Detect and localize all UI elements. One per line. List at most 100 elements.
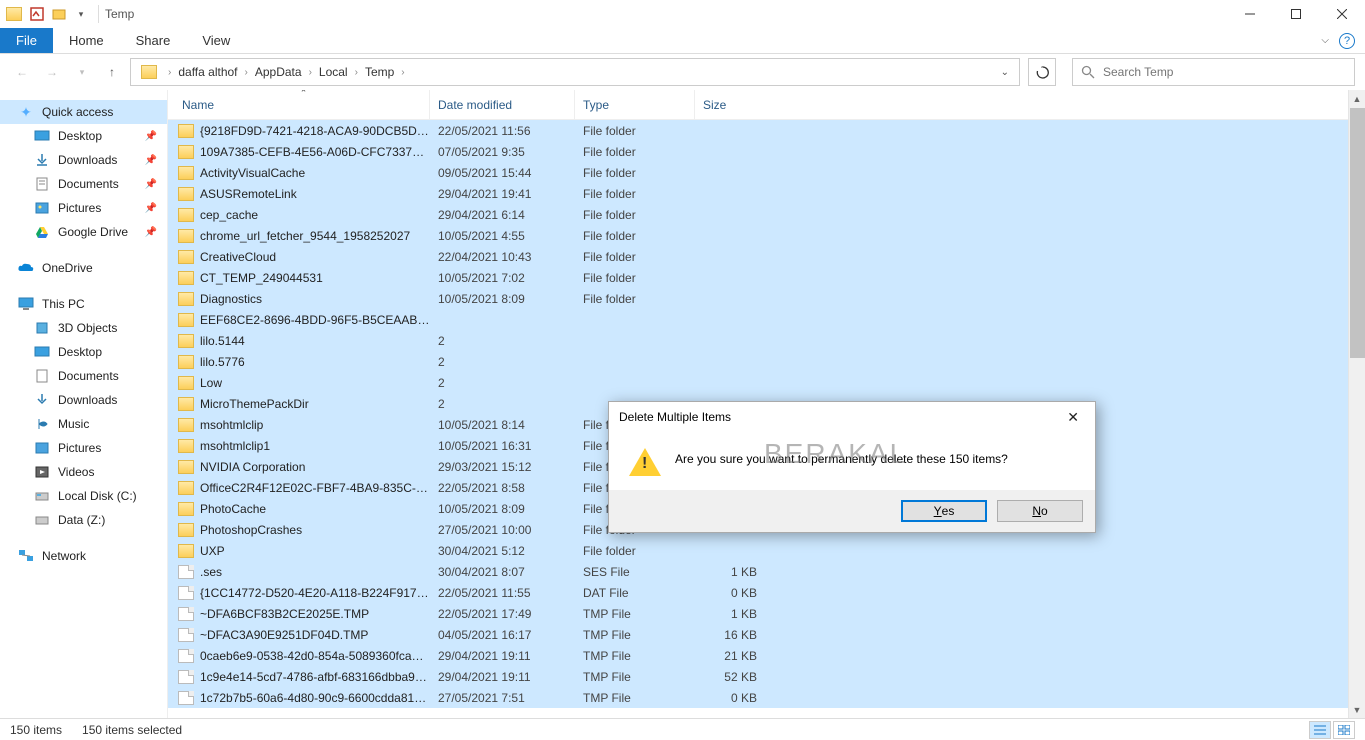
tab-file[interactable]: File xyxy=(0,28,53,53)
file-row[interactable]: Low2 xyxy=(168,372,1365,393)
chevron-right-icon[interactable]: › xyxy=(396,67,409,78)
forward-button[interactable]: → xyxy=(40,60,64,84)
column-headers: ⌃ Name Date modified Type Size xyxy=(168,90,1365,120)
scroll-down-icon[interactable]: ▼ xyxy=(1349,701,1365,718)
chevron-right-icon[interactable]: › xyxy=(163,67,176,78)
search-box[interactable] xyxy=(1072,58,1355,86)
sidebar-this-pc[interactable]: This PC xyxy=(0,292,167,316)
back-button[interactable]: ← xyxy=(10,60,34,84)
file-type: TMP File xyxy=(575,607,695,621)
sidebar-network[interactable]: Network xyxy=(0,544,167,568)
file-row[interactable]: ASUSRemoteLink29/04/2021 19:41File folde… xyxy=(168,183,1365,204)
file-name: msohtmlclip1 xyxy=(200,439,270,453)
column-name[interactable]: ⌃ Name xyxy=(178,90,430,119)
file-row[interactable]: chrome_url_fetcher_9544_195825202710/05/… xyxy=(168,225,1365,246)
breadcrumb-segment[interactable]: daffa althof xyxy=(176,65,239,79)
refresh-button[interactable] xyxy=(1028,58,1056,86)
file-row[interactable]: ActivityVisualCache09/05/2021 15:44File … xyxy=(168,162,1365,183)
ribbon-expand-icon[interactable]: ⌵ xyxy=(1321,35,1329,46)
qat-dropdown-icon[interactable]: ▾ xyxy=(72,5,90,23)
up-button[interactable]: ↑ xyxy=(100,60,124,84)
folder-icon xyxy=(178,418,194,432)
breadcrumb-segment[interactable]: Temp xyxy=(363,65,396,79)
recent-dropdown[interactable]: ▾ xyxy=(70,60,94,84)
sidebar-quick-access[interactable]: ✦ Quick access xyxy=(0,100,167,124)
scrollbar-thumb[interactable] xyxy=(1350,108,1365,358)
drive-icon xyxy=(34,464,50,480)
sidebar-item[interactable]: Google Drive📌 xyxy=(0,220,167,244)
address-bar[interactable]: › daffa althof › AppData › Local › Temp … xyxy=(130,58,1020,86)
sidebar-item[interactable]: Desktop📌 xyxy=(0,124,167,148)
help-icon[interactable]: ? xyxy=(1339,33,1355,49)
sidebar-item[interactable]: Data (Z:) xyxy=(0,508,167,532)
sidebar-item[interactable]: Videos xyxy=(0,460,167,484)
file-row[interactable]: CT_TEMP_24904453110/05/2021 7:02File fol… xyxy=(168,267,1365,288)
file-row[interactable]: 1c72b7b5-60a6-4d80-90c9-6600cdda81e1...2… xyxy=(168,687,1365,708)
sidebar-item[interactable]: Documents xyxy=(0,364,167,388)
file-row[interactable]: 109A7385-CEFB-4E56-A06D-CFC7337A0C...07/… xyxy=(168,141,1365,162)
large-icons-view-icon[interactable] xyxy=(1333,721,1355,739)
address-dropdown-icon[interactable]: ⌄ xyxy=(995,67,1015,78)
column-size[interactable]: Size xyxy=(695,90,765,119)
qat-properties-icon[interactable] xyxy=(28,5,46,23)
no-button[interactable]: No xyxy=(997,500,1083,522)
file-type: File folder xyxy=(575,124,695,138)
sidebar-item[interactable]: 3D Objects xyxy=(0,316,167,340)
search-input[interactable] xyxy=(1103,65,1346,79)
file-row[interactable]: Diagnostics10/05/2021 8:09File folder xyxy=(168,288,1365,309)
file-name: 1c72b7b5-60a6-4d80-90c9-6600cdda81e1... xyxy=(200,691,430,705)
sidebar-onedrive[interactable]: OneDrive xyxy=(0,256,167,280)
close-button[interactable] xyxy=(1319,0,1365,28)
file-row[interactable]: ~DFA6BCF83B2CE2025E.TMP22/05/2021 17:49T… xyxy=(168,603,1365,624)
file-row[interactable]: {9218FD9D-7421-4218-ACA9-90DCB5D70...22/… xyxy=(168,120,1365,141)
tab-view[interactable]: View xyxy=(186,28,246,53)
sidebar-item[interactable]: Music xyxy=(0,412,167,436)
sidebar-item[interactable]: Local Disk (C:) xyxy=(0,484,167,508)
sidebar-item[interactable]: Pictures📌 xyxy=(0,196,167,220)
sidebar-item[interactable]: Desktop xyxy=(0,340,167,364)
minimize-button[interactable] xyxy=(1227,0,1273,28)
file-row[interactable]: ~DFAC3A90E9251DF04D.TMP04/05/2021 16:17T… xyxy=(168,624,1365,645)
file-row[interactable]: cep_cache29/04/2021 6:14File folder xyxy=(168,204,1365,225)
qat-newfolder-icon[interactable] xyxy=(50,5,68,23)
file-row[interactable]: .ses30/04/2021 8:07SES File1 KB xyxy=(168,561,1365,582)
sidebar-item[interactable]: Downloads xyxy=(0,388,167,412)
search-icon xyxy=(1081,65,1095,79)
file-row[interactable]: lilo.51442 xyxy=(168,330,1365,351)
file-date: 22/05/2021 11:56 xyxy=(430,124,575,138)
chevron-right-icon[interactable]: › xyxy=(304,67,317,78)
file-row[interactable]: lilo.57762 xyxy=(168,351,1365,372)
sidebar-item[interactable]: Downloads📌 xyxy=(0,148,167,172)
dialog-titlebar[interactable]: Delete Multiple Items ✕ xyxy=(609,402,1095,432)
chevron-right-icon[interactable]: › xyxy=(350,67,363,78)
scroll-up-icon[interactable]: ▲ xyxy=(1349,90,1365,107)
file-row[interactable]: {1CC14772-D520-4E20-A118-B224F917FD...22… xyxy=(168,582,1365,603)
folder-icon xyxy=(178,208,194,222)
tab-share[interactable]: Share xyxy=(120,28,187,53)
sidebar-item[interactable]: Pictures xyxy=(0,436,167,460)
tab-home[interactable]: Home xyxy=(53,28,120,53)
column-type[interactable]: Type xyxy=(575,90,695,119)
yes-button[interactable]: Yes xyxy=(901,500,987,522)
file-date: 22/05/2021 11:55 xyxy=(430,586,575,600)
drive-icon xyxy=(34,320,50,336)
file-row[interactable]: 0caeb6e9-0538-42d0-854a-5089360fca40....… xyxy=(168,645,1365,666)
ribbon-tabs: File Home Share View ⌵ ? xyxy=(0,28,1365,54)
file-row[interactable]: 1c9e4e14-5cd7-4786-afbf-683166dbba9c....… xyxy=(168,666,1365,687)
breadcrumb-segment[interactable]: Local xyxy=(317,65,350,79)
chevron-right-icon[interactable]: › xyxy=(240,67,253,78)
vertical-scrollbar[interactable]: ▲ ▼ xyxy=(1348,90,1365,718)
file-size: 52 KB xyxy=(695,670,765,684)
file-row[interactable]: CreativeCloud22/04/2021 10:43File folder xyxy=(168,246,1365,267)
file-date: 29/04/2021 19:11 xyxy=(430,670,575,684)
breadcrumb-segment[interactable]: AppData xyxy=(253,65,304,79)
file-row[interactable]: EEF68CE2-8696-4BDD-96F5-B5CEAAB928... xyxy=(168,309,1365,330)
column-date[interactable]: Date modified xyxy=(430,90,575,119)
dialog-close-button[interactable]: ✕ xyxy=(1061,409,1085,426)
file-name: 0caeb6e9-0538-42d0-854a-5089360fca40.... xyxy=(200,649,430,663)
details-view-icon[interactable] xyxy=(1309,721,1331,739)
maximize-button[interactable] xyxy=(1273,0,1319,28)
file-name: msohtmlclip xyxy=(200,418,263,432)
sidebar-item[interactable]: Documents📌 xyxy=(0,172,167,196)
file-row[interactable]: UXP30/04/2021 5:12File folder xyxy=(168,540,1365,561)
